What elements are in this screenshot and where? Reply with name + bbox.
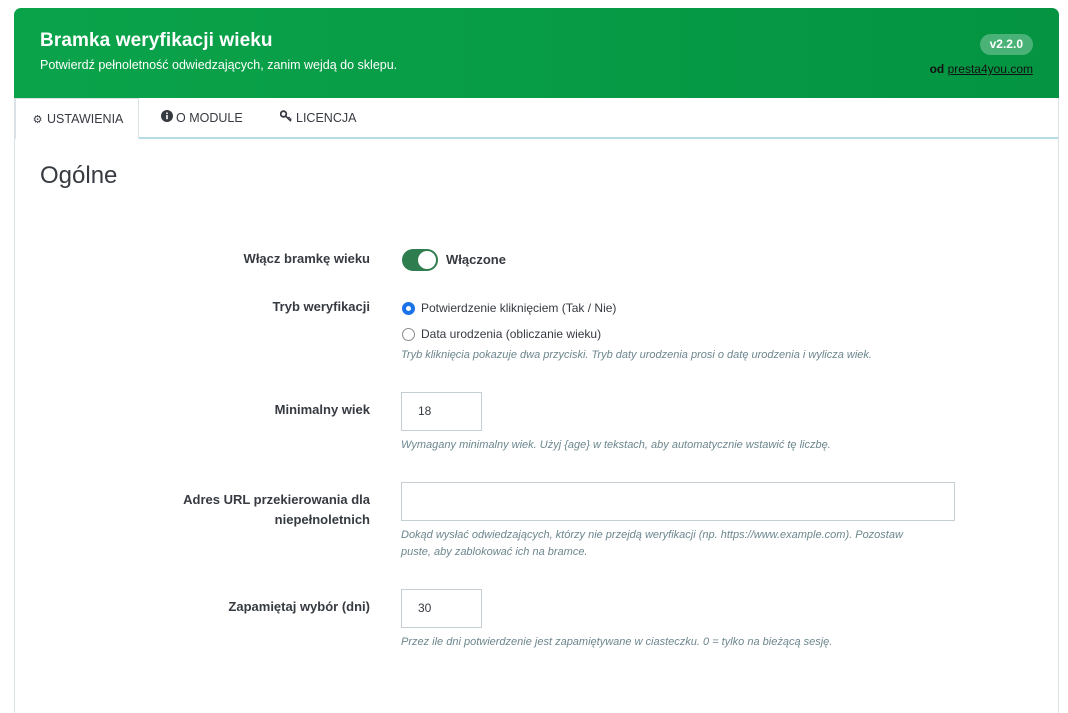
mode-birthdate-label[interactable]: Data urodzenia (obliczanie wieku) (421, 326, 601, 342)
enable-state-label: Włączone (446, 252, 506, 267)
module-header: Bramka weryfikacji wieku Potwierdź pełno… (14, 8, 1059, 98)
min-age-help: Wymagany minimalny wiek. Użyj {age} w te… (401, 439, 831, 451)
min-age-input[interactable]: 18 (401, 392, 482, 431)
tab-license[interactable]: LICENCJA (265, 98, 371, 139)
gears-icon: ⚙ (32, 114, 43, 126)
info-circle-icon (160, 99, 173, 139)
settings-panel: ⚙ USTAWIENIA O MODULE LICENCJA Ogólne Włą… (14, 98, 1059, 713)
tab-bar: ⚙ USTAWIENIA O MODULE LICENCJA (15, 98, 1058, 140)
redirect-label-line2: niepełnoletnich (274, 512, 370, 527)
mode-click-label[interactable]: Potwierdzenie kliknięciem (Tak / Nie) (421, 300, 616, 316)
author-link[interactable]: presta4you.com (948, 62, 1033, 76)
mode-help: Tryb kliknięcia pokazuje dwa przyciski. … (401, 349, 872, 361)
tab-about-label: O MODULE (176, 111, 243, 125)
mode-click-radio[interactable] (402, 302, 415, 315)
redirect-url-input[interactable] (401, 482, 955, 521)
redirect-help-line2: puste, aby zablokować ich na bramce. (401, 546, 588, 558)
version-badge: v2.2.0 (979, 34, 1033, 55)
remember-days-input[interactable]: 30 (401, 589, 482, 628)
author-prefix: od (929, 62, 945, 76)
mode-label: Tryb weryfikacji (272, 299, 370, 314)
tab-settings-label: USTAWIENIA (47, 112, 124, 126)
remember-help: Przez ile dni potwierdzenie jest zapamię… (401, 636, 833, 648)
tab-license-label: LICENCJA (296, 111, 357, 125)
tab-about[interactable]: O MODULE (145, 98, 258, 139)
remember-label: Zapamiętaj wybór (dni) (228, 599, 370, 614)
section-title: Ogólne (40, 162, 118, 189)
toggle-knob (418, 251, 436, 269)
author-line: od presta4you.com (930, 62, 1033, 76)
module-title: Bramka weryfikacji wieku (40, 30, 273, 51)
redirect-help-line1: Dokąd wysłać odwiedzających, którzy nie … (401, 529, 903, 541)
min-age-label: Minimalny wiek (274, 402, 370, 417)
redirect-label-line1: Adres URL przekierowania dla (183, 492, 370, 507)
mode-birthdate-radio[interactable] (402, 328, 415, 341)
enable-label: Włącz bramkę wieku (243, 251, 370, 266)
tab-settings[interactable]: ⚙ USTAWIENIA (15, 98, 140, 140)
module-subtitle: Potwierdź pełnoletność odwiedzających, z… (40, 58, 398, 72)
key-icon (279, 99, 293, 139)
enable-toggle[interactable] (402, 249, 438, 271)
